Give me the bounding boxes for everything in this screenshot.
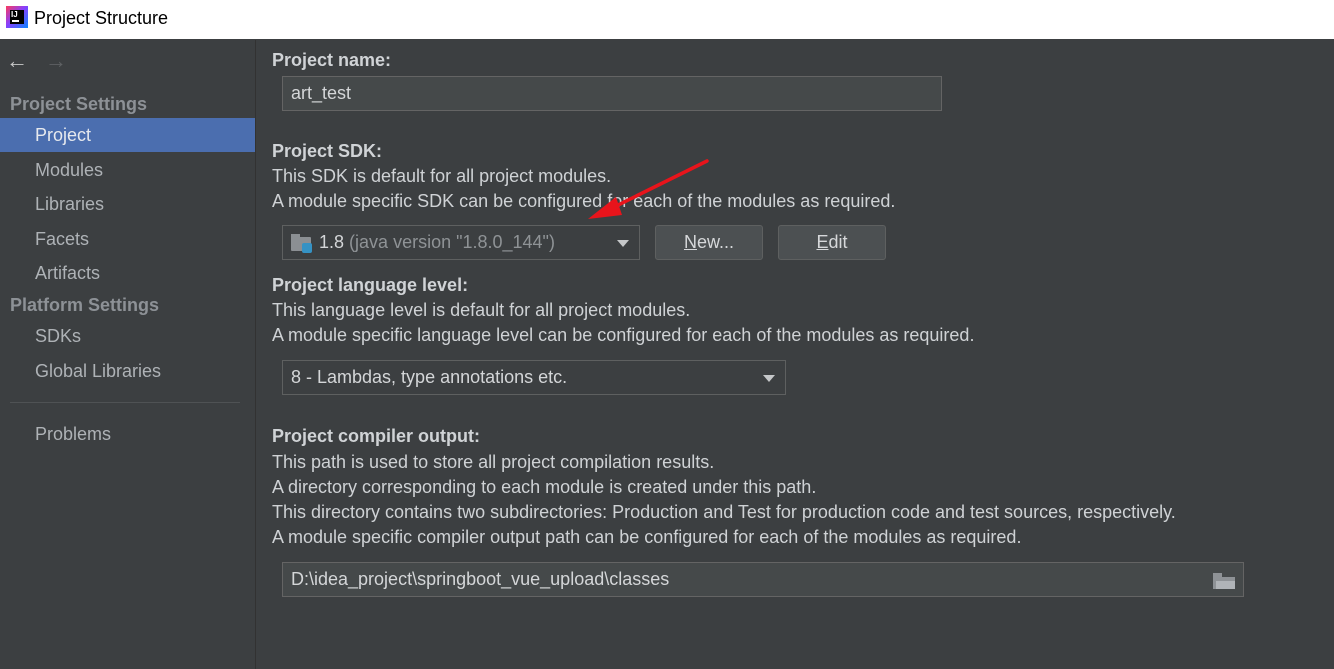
new-button-label: ew... xyxy=(696,232,735,252)
compiler-output-path-field[interactable]: D:\idea_project\springboot_vue_upload\cl… xyxy=(282,562,1244,597)
sdk-version: 1.8 xyxy=(319,232,345,252)
sidebar-item-label: Problems xyxy=(35,424,112,444)
sidebar-item-label: Project xyxy=(35,125,92,145)
sidebar-item-label: Global Libraries xyxy=(35,361,162,381)
sidebar-item-libraries[interactable]: Libraries xyxy=(0,187,255,221)
sidebar-item-label: Artifacts xyxy=(35,263,101,283)
project-name-label: Project name: xyxy=(272,50,392,70)
sdk-version-detail: (java version "1.8.0_144") xyxy=(349,232,555,252)
sidebar-item-facets[interactable]: Facets xyxy=(0,222,255,256)
forward-arrow-icon[interactable]: → xyxy=(45,50,67,72)
compiler-output-description-4: A module specific compiler output path c… xyxy=(272,527,1022,547)
sidebar-item-label: Facets xyxy=(35,229,90,249)
sidebar-item-label: SDKs xyxy=(35,326,82,346)
project-sdk-description: This SDK is default for all project modu… xyxy=(272,166,612,186)
compiler-output-description-1: This path is used to store all project c… xyxy=(272,452,715,472)
edit-button-label: dit xyxy=(828,232,848,252)
browse-folder-icon[interactable] xyxy=(1213,573,1235,589)
window-title: Project Structure xyxy=(34,8,169,28)
compiler-output-path-value: D:\idea_project\springboot_vue_upload\cl… xyxy=(291,569,670,589)
sidebar-item-problems[interactable]: Problems xyxy=(0,417,255,451)
sidebar-item-project[interactable]: Project xyxy=(0,118,255,152)
compiler-output-description-2: A directory corresponding to each module… xyxy=(272,477,817,497)
new-button-mnemonic: N xyxy=(683,232,697,252)
intellij-idea-icon: IJ xyxy=(6,6,28,28)
sidebar-item-sdks[interactable]: SDKs xyxy=(0,319,255,353)
section-header-project-settings: Project Settings xyxy=(10,94,148,114)
chevron-down-icon xyxy=(763,375,775,382)
new-sdk-button[interactable]: New... xyxy=(655,225,763,260)
edit-button-mnemonic: E xyxy=(816,232,829,252)
red-annotation-arrow-icon xyxy=(588,159,709,219)
title-bar: IJ Project Structure xyxy=(0,0,1334,39)
language-level-value: 8 - Lambdas, type annotations etc. xyxy=(291,367,568,387)
language-level-module-description: A module specific language level can be … xyxy=(272,325,975,345)
sidebar-separator xyxy=(10,402,240,403)
sidebar-item-label: Libraries xyxy=(35,194,105,214)
project-sdk-label: Project SDK: xyxy=(272,141,383,161)
compiler-output-description-3: This directory contains two subdirectori… xyxy=(272,502,1176,522)
sdk-folder-icon xyxy=(291,234,313,254)
sidebar-item-global-libraries[interactable]: Global Libraries xyxy=(0,354,255,388)
edit-sdk-button[interactable]: Edit xyxy=(778,225,886,260)
sidebar-item-modules[interactable]: Modules xyxy=(0,153,255,187)
language-level-dropdown[interactable]: 8 - Lambdas, type annotations etc. xyxy=(282,360,786,395)
language-level-description: This language level is default for all p… xyxy=(272,300,691,320)
back-arrow-icon[interactable]: ← xyxy=(6,50,28,72)
compiler-output-label: Project compiler output: xyxy=(272,426,481,446)
section-header-platform-settings: Platform Settings xyxy=(10,295,160,315)
project-sdk-dropdown[interactable]: 1.8 (java version "1.8.0_144") xyxy=(282,225,640,260)
project-name-value: art_test xyxy=(291,83,352,103)
sidebar-item-artifacts[interactable]: Artifacts xyxy=(0,256,255,290)
chevron-down-icon xyxy=(617,240,629,247)
project-name-input[interactable]: art_test xyxy=(282,76,942,111)
language-level-label: Project language level: xyxy=(272,275,469,295)
sidebar-item-label: Modules xyxy=(35,160,104,180)
